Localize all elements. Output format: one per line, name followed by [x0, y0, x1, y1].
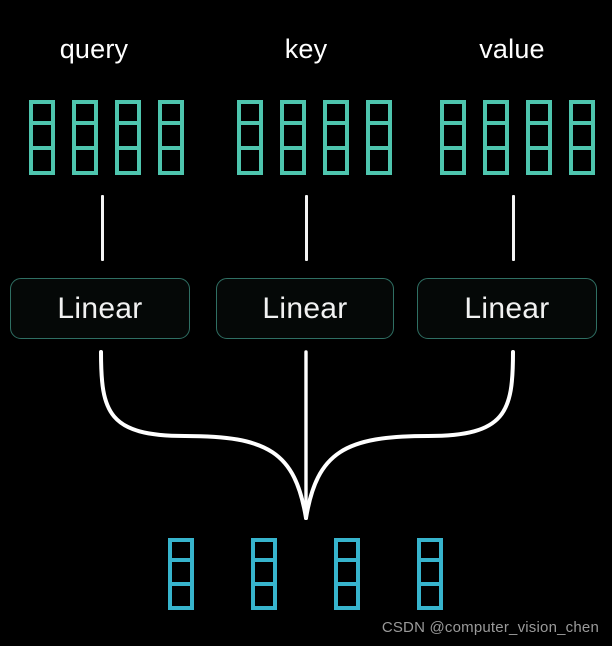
- output-token-0: [168, 538, 194, 610]
- token-cell: [366, 125, 392, 150]
- column-label-value-text: value: [479, 34, 545, 64]
- token-cell: [483, 100, 509, 125]
- token-cell: [115, 125, 141, 150]
- linear-block-query[interactable]: Linear: [10, 278, 190, 339]
- token-cell: [366, 100, 392, 125]
- token-cell: [29, 125, 55, 150]
- token-cell: [440, 100, 466, 125]
- token-cell: [526, 150, 552, 175]
- token-cell: [237, 125, 263, 150]
- output-cell: [417, 562, 443, 586]
- query-token-2: [115, 100, 141, 175]
- linear-block-key-label: Linear: [262, 291, 348, 325]
- query-token-1: [72, 100, 98, 175]
- output-cell: [417, 538, 443, 562]
- output-cell: [334, 538, 360, 562]
- token-cell: [440, 125, 466, 150]
- token-cell: [280, 100, 306, 125]
- value-token-3: [569, 100, 595, 175]
- token-cell: [323, 125, 349, 150]
- output-token-3: [417, 538, 443, 610]
- query-token-0: [29, 100, 55, 175]
- token-cell: [158, 100, 184, 125]
- output-cell: [417, 586, 443, 610]
- column-label-key: key: [212, 36, 400, 63]
- token-cell: [323, 150, 349, 175]
- column-label-query-text: query: [59, 34, 129, 64]
- value-token-1: [483, 100, 509, 175]
- key-token-0: [237, 100, 263, 175]
- key-token-3: [366, 100, 392, 175]
- token-cell: [72, 100, 98, 125]
- output-cell: [168, 586, 194, 610]
- output-cell: [168, 538, 194, 562]
- linear-block-key[interactable]: Linear: [216, 278, 394, 339]
- token-cell: [158, 125, 184, 150]
- token-cell: [526, 100, 552, 125]
- token-cell: [72, 150, 98, 175]
- column-label-query: query: [0, 36, 188, 63]
- linear-block-value-label: Linear: [464, 291, 550, 325]
- output-cell: [334, 586, 360, 610]
- token-cell: [366, 150, 392, 175]
- token-cell: [115, 100, 141, 125]
- token-cell: [158, 150, 184, 175]
- key-token-1: [280, 100, 306, 175]
- value-token-0: [440, 100, 466, 175]
- attention-diagram: query key value Linear Linear Linear CSD…: [0, 0, 612, 646]
- token-cell: [526, 125, 552, 150]
- token-cell: [29, 100, 55, 125]
- token-cell: [29, 150, 55, 175]
- curve-from-value-icon: [304, 350, 515, 520]
- token-cell: [280, 125, 306, 150]
- token-cell: [72, 125, 98, 150]
- token-cell: [115, 150, 141, 175]
- output-token-1: [251, 538, 277, 610]
- token-cell: [569, 150, 595, 175]
- column-label-value: value: [418, 36, 606, 63]
- value-token-2: [526, 100, 552, 175]
- token-cell: [237, 100, 263, 125]
- connector-key-to-linear: [305, 195, 308, 261]
- token-cell: [280, 150, 306, 175]
- token-cell: [569, 100, 595, 125]
- token-cell: [483, 150, 509, 175]
- linear-block-query-label: Linear: [57, 291, 143, 325]
- output-cell: [334, 562, 360, 586]
- token-cell: [440, 150, 466, 175]
- token-cell: [569, 125, 595, 150]
- output-cell: [168, 562, 194, 586]
- output-token-2: [334, 538, 360, 610]
- key-token-2: [323, 100, 349, 175]
- curve-from-query-icon: [99, 350, 308, 520]
- output-cell: [251, 562, 277, 586]
- output-cell: [251, 586, 277, 610]
- query-token-3: [158, 100, 184, 175]
- linear-block-value[interactable]: Linear: [417, 278, 597, 339]
- token-cell: [483, 125, 509, 150]
- connector-value-to-linear: [512, 195, 515, 261]
- watermark: CSDN @computer_vision_chen: [381, 619, 599, 636]
- token-cell: [323, 100, 349, 125]
- output-cell: [251, 538, 277, 562]
- token-cell: [237, 150, 263, 175]
- column-label-key-text: key: [284, 34, 328, 64]
- connector-query-to-linear: [101, 195, 104, 261]
